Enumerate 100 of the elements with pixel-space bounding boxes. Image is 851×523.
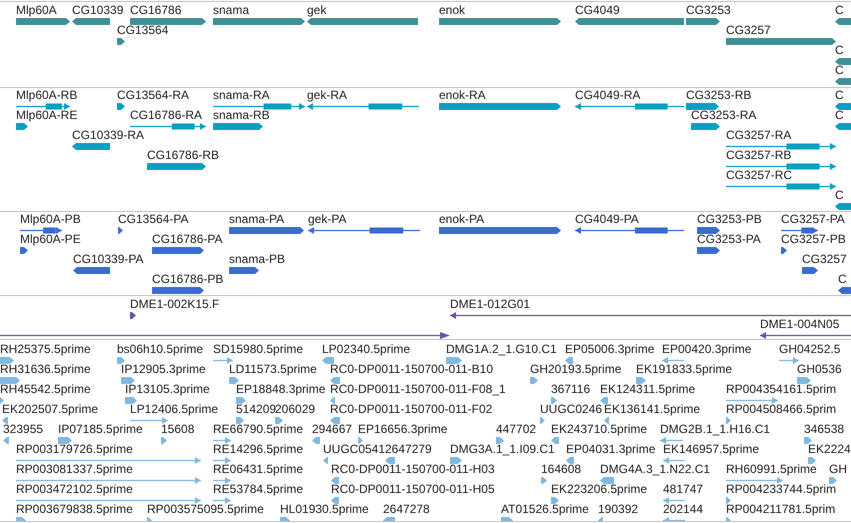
feature-label: CG3257-RB [726, 149, 792, 162]
feature-label: CG16786-RB [147, 149, 220, 162]
feature-label: CG4049 [575, 4, 620, 17]
feature-label: RH31636.5prime [0, 363, 91, 376]
feature-label: 323955 [3, 423, 44, 436]
feature-label: GH20193.5prime [530, 363, 622, 376]
feature-label: CG10339-RA [72, 129, 144, 142]
feature-label: 294667 [312, 423, 352, 436]
feature-label: EK136141.5prime [604, 403, 700, 416]
feature-label: DME1-002K15.F [130, 298, 220, 311]
feature-label: 206029 [275, 403, 316, 416]
feature-label: C [835, 64, 844, 77]
feature-label: RE06431.5prime [213, 463, 304, 476]
feature-label: RH25375.5prime [0, 343, 91, 356]
feature-label: DMG4A.3_1.N22.C1 [600, 463, 710, 476]
feature-label: EP05006.3prime [565, 343, 654, 356]
feature-label: CG16786-PB [152, 273, 224, 286]
feature-label: LP02340.5prime [322, 343, 410, 356]
feature-label: RC0-DP0011-150700-011-H03 [331, 463, 495, 476]
feature-label: UUGC0246 [540, 403, 602, 416]
feature-label: CG3257 [802, 253, 847, 266]
feature-label: EK124311.5prime [600, 383, 696, 396]
feature-label: RC0-DP0011-150700-011-H05 [331, 483, 495, 496]
feature-label: CG16786-PA [152, 233, 222, 246]
feature-label: 346538 [804, 423, 844, 436]
feature-label: C [835, 109, 844, 122]
feature-label: DMG2B.1_1.H16.C1 [660, 423, 770, 436]
feature-label: snama-PB [229, 253, 286, 266]
feature-label: RC0-DP0011-150700-011-F08_1 [330, 383, 506, 396]
feature-label: bs06h10.5prime [117, 343, 204, 356]
feature-label: 202144 [663, 503, 704, 516]
feature-label: enok [439, 4, 466, 17]
feature-label: RP003679838.5prime [16, 503, 133, 516]
feature-label: EP16656.3prime [358, 423, 448, 436]
feature-label: C [835, 44, 844, 57]
feature-label: IP12905.3prime [121, 363, 206, 376]
feature-label: CG16786-RA [130, 109, 202, 122]
feature-label: EP18848.3prime [236, 383, 326, 396]
feature-label: CG3253-PA [697, 233, 761, 246]
feature-label: snama-PA [229, 213, 284, 226]
feature-label: CG3253-RB [686, 89, 752, 102]
feature-label: EK243710.5prime [551, 423, 648, 436]
feature-label: CG10339-PA [73, 253, 144, 266]
feature-label: snama [213, 4, 250, 17]
feature-label: CG16786 [130, 4, 182, 17]
feature-label: Mlp60A-RB [16, 89, 78, 102]
feature-label: CG13564 [117, 24, 168, 37]
feature-label: AT01526.5prime [501, 503, 589, 516]
feature-label: CG3257-RC [726, 169, 792, 182]
feature-label: DME1-004N05 [760, 318, 840, 331]
feature-label: RE66790.5prime [213, 423, 304, 436]
feature-label: CG3257-RA [726, 129, 792, 142]
feature-label: RP003575095.5prime [147, 503, 264, 516]
feature-label: RP004233744.5prim [726, 483, 836, 496]
feature-label: RP004211781.5prim [726, 503, 836, 516]
feature-label: CG13564-PA [118, 213, 188, 226]
feature-label: LP12406.5prime [130, 403, 218, 416]
feature-label: 481747 [663, 483, 704, 496]
feature-label: gek-PA [308, 213, 346, 226]
feature-label: DMG3A.1_1.I09.C1 [450, 443, 555, 456]
feature-label: EK223206.5prime [551, 483, 648, 496]
feature-label: CG3253-PB [697, 213, 762, 226]
feature-label: GH [829, 463, 847, 476]
feature-label: 164608 [541, 463, 582, 476]
feature-label: enok-RA [439, 89, 486, 102]
feature-label: RP004354161.5prim [726, 383, 836, 396]
feature-label: HL01930.5prime [280, 503, 369, 516]
feature-label: CG3257-PB [781, 233, 846, 246]
feature-label: CG3257 [726, 24, 771, 37]
feature-label: snama-RA [213, 89, 270, 102]
feature-label: DMG1A.2_1.G10.C1 [446, 343, 557, 356]
feature-label: C [835, 189, 844, 202]
feature-label: 15608 [161, 423, 194, 436]
feature-label: CG13564-RA [117, 89, 190, 102]
feature-label: RP003081337.5prime [16, 463, 133, 476]
feature-label: C [835, 89, 844, 102]
feature-label: RC0-DP0011-150700-011-F02 [330, 403, 492, 416]
feature-label: enok-PA [439, 213, 484, 226]
feature-label: Mlp60A-RE [16, 109, 78, 122]
feature-label: CG4049-PA [575, 213, 639, 226]
feature-label: IP07185.5prime [58, 423, 143, 436]
feature-label: 367116 [551, 383, 590, 396]
feature-label: 514209 [236, 403, 276, 416]
feature-label: RP004508466.5prim [726, 403, 836, 416]
feature-label: IP13105.3prime [125, 383, 210, 396]
feature-label: 447702 [496, 423, 536, 436]
feature-label: EP00420.3prime [662, 343, 752, 356]
feature-label: C [838, 273, 847, 286]
feature-label: CG4049-RA [575, 89, 640, 102]
feature-label: gek [307, 4, 326, 17]
feature-label: CG3253 [686, 4, 731, 17]
feature-label: CG10339 [72, 4, 124, 17]
feature-label: EP04031.3prime [566, 443, 656, 456]
feature-label: RP003179726.5prime [16, 443, 133, 456]
feature-label: RP003472102.5prime [16, 483, 133, 496]
feature-label: EK202507.5prime [2, 403, 98, 416]
feature-label: 190392 [598, 503, 638, 516]
feature-label: RH60991.5prime [726, 463, 817, 476]
feature-label: EK146957.5prime [663, 443, 760, 456]
feature-label: LD11573.5prime [229, 363, 317, 376]
